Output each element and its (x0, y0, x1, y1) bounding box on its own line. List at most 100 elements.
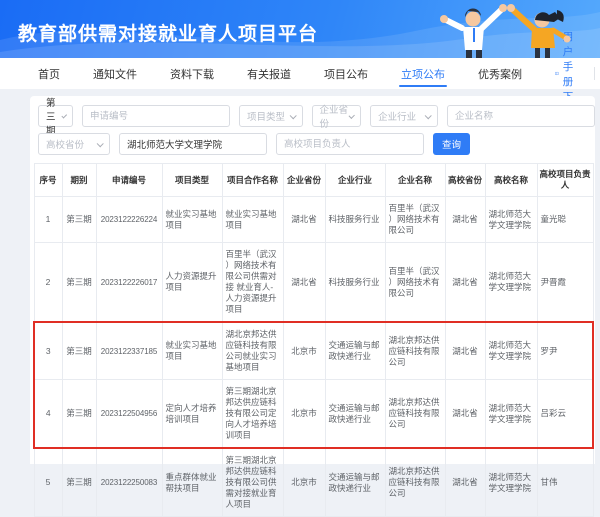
table-header: 序号期别申请编号项目类型项目合作名称企业省份企业行业企业名称高校省份高校名称高校… (34, 164, 593, 197)
application-number-input[interactable] (82, 105, 230, 127)
filter-row-2: 高校省份 查询 (38, 133, 595, 155)
table-cell: 湖北省 (445, 448, 485, 517)
nav-item-0[interactable]: 首页 (38, 58, 60, 89)
column-header: 企业行业 (325, 164, 385, 197)
table-cell: 第三期 (62, 197, 96, 243)
nav-item-2[interactable]: 资料下载 (170, 58, 214, 89)
nav-item-4[interactable]: 项目公布 (324, 58, 368, 89)
book-icon (555, 68, 559, 79)
nav-item-3[interactable]: 有关报道 (247, 58, 291, 89)
table-cell: 湖北省 (445, 243, 485, 323)
table-cell: 尹晋霞 (537, 243, 593, 323)
table-cell: 定向人才培养培训项目 (162, 380, 222, 449)
table-cell: 甘伟 (537, 448, 593, 517)
table-cell: 百里半（武汉）网络技术有限公司 (385, 243, 445, 323)
table-cell: 北京市 (283, 322, 325, 380)
table-cell: 湖北师范大学文理学院 (485, 448, 537, 517)
table-cell: 湖北省 (283, 243, 325, 323)
table-cell: 北京市 (283, 380, 325, 449)
table-cell: 2023122250083 (96, 448, 162, 517)
table-cell: 人力资源提升项目 (162, 243, 222, 323)
table-cell: 重点群体就业帮扶项目 (162, 448, 222, 517)
column-header: 序号 (34, 164, 62, 197)
chevron-down-icon (425, 112, 432, 119)
nav-menu: 首页 通知文件 资料下载 有关报道 项目公布 立项公布 优秀案例 (38, 58, 555, 89)
table-row: 5第三期2023122250083重点群体就业帮扶项目第三期湖北京邦达供应链科技… (34, 448, 593, 517)
table-cell: 科技服务行业 (325, 197, 385, 243)
page-title: 教育部供需对接就业育人项目平台 (18, 19, 318, 46)
university-province-select[interactable]: 高校省份 (38, 133, 110, 155)
table-cell: 1 (34, 197, 62, 243)
university-province-placeholder: 高校省份 (46, 137, 84, 151)
chevron-down-icon (97, 140, 104, 147)
chevron-down-icon (61, 112, 67, 118)
project-type-select[interactable]: 项目类型 (239, 105, 303, 127)
column-header: 申请编号 (96, 164, 162, 197)
people-highfive-illustration (432, 0, 582, 58)
column-header: 高校省份 (445, 164, 485, 197)
period-select-value: 第三期 (46, 95, 62, 137)
chevron-down-icon (349, 112, 355, 118)
header-banner: 教育部供需对接就业育人项目平台 (0, 0, 600, 58)
column-header: 企业省份 (283, 164, 325, 197)
table-cell: 交通运输与邮政快递行业 (325, 322, 385, 380)
table-row: 2第三期2023122226017人力资源提升项目百里半（武汉）网络技术有限公司… (34, 243, 593, 323)
table-cell: 湖北省 (283, 197, 325, 243)
nav-item-5[interactable]: 立项公布 (401, 58, 445, 89)
table-cell: 第三期 (62, 322, 96, 380)
table-cell: 就业实习基地项目 (162, 322, 222, 380)
nav-item-6[interactable]: 优秀案例 (478, 58, 522, 89)
table-cell: 第三期 (62, 448, 96, 517)
table-cell: 科技服务行业 (325, 243, 385, 323)
project-type-placeholder: 项目类型 (247, 109, 285, 123)
enterprise-name-input[interactable] (447, 105, 595, 127)
table-cell: 2023122337185 (96, 322, 162, 380)
column-header: 高校项目负责人 (537, 164, 593, 197)
content-panel: 第三期 项目类型 企业省份 企业行业 高校省份 (30, 96, 595, 464)
period-select[interactable]: 第三期 (38, 105, 73, 127)
column-header: 企业名称 (385, 164, 445, 197)
main-navigation: 首页通知文件资料下载有关报道项目公布立项公布优秀案例 用户手册下载 登录 (0, 58, 600, 89)
table-cell: 3 (34, 322, 62, 380)
table-cell: 湖北师范大学文理学院 (485, 243, 537, 323)
table-row: 3第三期2023122337185就业实习基地项目湖北京邦达供应链科技有限公司就… (34, 322, 593, 380)
table-cell: 交通运输与邮政快递行业 (325, 448, 385, 517)
table-cell: 百里半（武汉）网络技术有限公司供需对接 就业育人-人力资源提升项目 (222, 243, 283, 323)
table-cell: 2023122226017 (96, 243, 162, 323)
table-cell: 5 (34, 448, 62, 517)
table-cell: 第三期 (62, 243, 96, 323)
table-cell: 湖北京邦达供应链科技有限公司 (385, 380, 445, 449)
table-cell: 童光聪 (537, 197, 593, 243)
table-cell: 就业实习基地项目 (162, 197, 222, 243)
filter-bar: 第三期 项目类型 企业省份 企业行业 高校省份 (30, 96, 595, 155)
enterprise-industry-placeholder: 企业行业 (378, 109, 416, 123)
table-cell: 百里半（武汉）网络技术有限公司 (385, 197, 445, 243)
enterprise-industry-select[interactable]: 企业行业 (370, 105, 438, 127)
table-cell: 湖北省 (445, 197, 485, 243)
table-row: 1第三期2023122226224就业实习基地项目就业实习基地项目湖北省科技服务… (34, 197, 593, 243)
table-cell: 湖北京邦达供应链科技有限公司 (385, 322, 445, 380)
table-cell: 2023122226224 (96, 197, 162, 243)
table-cell: 北京市 (283, 448, 325, 517)
university-leader-input[interactable] (276, 133, 424, 155)
chevron-down-icon (289, 112, 296, 119)
table-cell: 罗尹 (537, 322, 593, 380)
table-cell: 第三期湖北京邦达供应链科技有限公司供需对接就业育人项目 (222, 448, 283, 517)
table-cell: 湖北京邦达供应链科技有限公司 (385, 448, 445, 517)
table-cell: 湖北省 (445, 380, 485, 449)
table-cell: 就业实习基地项目 (222, 197, 283, 243)
nav-item-1[interactable]: 通知文件 (93, 58, 137, 89)
column-header: 项目合作名称 (222, 164, 283, 197)
enterprise-province-select[interactable]: 企业省份 (312, 105, 362, 127)
table-cell: 湖北师范大学文理学院 (485, 380, 537, 449)
table-cell: 交通运输与邮政快递行业 (325, 380, 385, 449)
filter-row-1: 第三期 项目类型 企业省份 企业行业 (38, 105, 595, 127)
table-cell: 湖北师范大学文理学院 (485, 322, 537, 380)
table-cell: 2023122504956 (96, 380, 162, 449)
table-cell: 第三期湖北京邦达供应链科技有限公司定向人才培养培训项目 (222, 380, 283, 449)
search-button[interactable]: 查询 (433, 133, 470, 155)
university-name-input[interactable] (119, 133, 267, 155)
table-cell: 湖北京邦达供应链科技有限公司就业实习基地项目 (222, 322, 283, 380)
table-cell: 湖北省 (445, 322, 485, 380)
column-header: 项目类型 (162, 164, 222, 197)
